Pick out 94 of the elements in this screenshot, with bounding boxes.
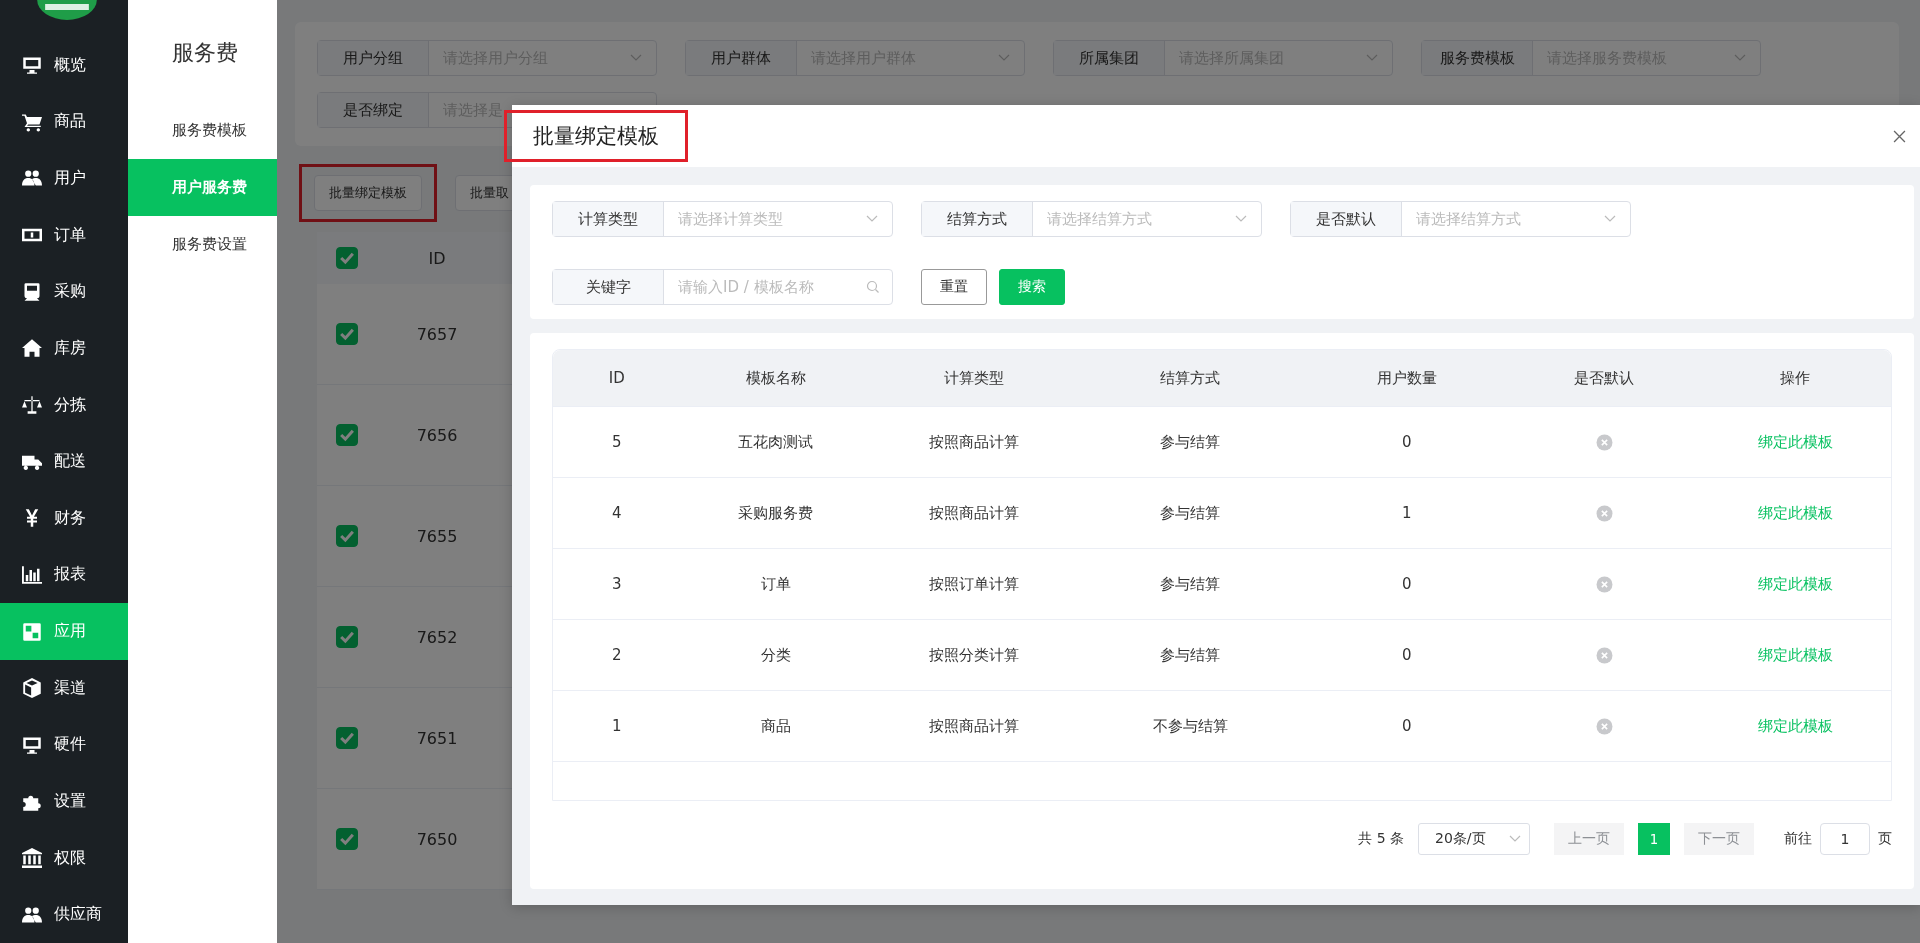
- table-cell-text: 0: [1401, 433, 1413, 451]
- page-suffix: 页: [1878, 830, 1892, 848]
- users-icon: [22, 168, 42, 189]
- nav-item[interactable]: 概览: [0, 36, 128, 94]
- column-header: 是否默认: [1573, 368, 1636, 388]
- table-cell-text: 按照分类计算: [927, 645, 1020, 665]
- nav-item[interactable]: 报表: [0, 546, 128, 604]
- table-cell-text: 商品: [760, 716, 792, 736]
- bar-chart-icon: [22, 564, 42, 585]
- column-header: ID: [607, 369, 626, 387]
- house-icon: [22, 338, 42, 359]
- table-cell-text: 3: [610, 575, 623, 593]
- chevron-down-icon: [1366, 54, 1378, 62]
- nav-item[interactable]: 财务: [0, 490, 128, 547]
- table-cell-text: 按照商品计算: [927, 716, 1020, 736]
- table-cell-text: 7657: [415, 324, 459, 344]
- app-grid-icon: [22, 621, 42, 642]
- table-cell-text: 5: [610, 433, 623, 451]
- table-cell-text: 采购服务费: [737, 503, 815, 523]
- nav-item[interactable]: 库房: [0, 320, 128, 377]
- filter-field[interactable]: 结算方式 请选择结算方式: [921, 201, 1262, 237]
- checkbox[interactable]: [336, 323, 358, 345]
- table-cell-text: 按照商品计算: [927, 432, 1020, 452]
- checkbox[interactable]: [336, 424, 358, 446]
- nav-item[interactable]: 渠道: [0, 659, 128, 717]
- chevron-down-icon: [1734, 54, 1746, 62]
- sub-nav-item[interactable]: 服务费设置: [128, 216, 277, 273]
- sub-nav-item[interactable]: 服务费模板: [128, 102, 277, 159]
- bind-template-button[interactable]: 批量绑定模板: [314, 175, 422, 211]
- page-size-select[interactable]: 20条/页: [1418, 823, 1530, 855]
- table-cell-text: 参与结算: [1159, 432, 1222, 452]
- page-input[interactable]: 1: [1820, 823, 1870, 855]
- table-cell-text: 五花肉测试: [737, 432, 815, 452]
- column-header: 用户数量: [1375, 368, 1438, 388]
- chevron-down-icon: [866, 215, 878, 223]
- table-cell-text: 参与结算: [1159, 503, 1222, 523]
- table-cell-text: 1: [1401, 504, 1413, 522]
- checkbox[interactable]: [336, 525, 358, 547]
- table-cell-text: 4: [610, 504, 623, 522]
- monitor-icon: [22, 55, 42, 76]
- chevron-down-icon: [630, 54, 642, 62]
- table-cell-text: 参与结算: [1159, 645, 1222, 665]
- checkbox[interactable]: [336, 626, 358, 648]
- table-cell-text: 7650: [415, 829, 459, 849]
- chevron-down-icon: [1235, 215, 1247, 223]
- filter-field[interactable]: 计算类型 请选择计算类型: [552, 201, 893, 237]
- total-count: 共 5 条: [1358, 830, 1404, 848]
- nav-item[interactable]: 硬件: [0, 716, 128, 774]
- checkbox[interactable]: [336, 828, 358, 850]
- column-header: 结算方式: [1159, 368, 1222, 388]
- checkbox[interactable]: [336, 247, 358, 269]
- nav-item[interactable]: 用户: [0, 150, 128, 207]
- table-cell-text: 订单: [760, 574, 792, 594]
- checkbox[interactable]: [336, 727, 358, 749]
- table-cell-text: 按照商品计算: [927, 503, 1020, 523]
- table-cell-text: 不参与结算: [1151, 716, 1229, 736]
- nav-item[interactable]: 订单: [0, 206, 128, 264]
- filter-field[interactable]: 关键字 请输入ID / 模板名称: [552, 269, 893, 305]
- filter-field[interactable]: 是否默认 请选择结算方式: [1290, 201, 1631, 237]
- search-icon: [866, 280, 880, 294]
- table-cell-text: 1: [610, 717, 623, 735]
- nav-item[interactable]: 分拣: [0, 376, 128, 434]
- column-header: 模板名称: [745, 368, 807, 388]
- column-header: 操作: [1779, 368, 1812, 388]
- table-cell-text: 参与结算: [1159, 574, 1222, 594]
- table-cell-text: 7652: [415, 627, 459, 647]
- table-cell-text: 7651: [415, 728, 459, 748]
- chevron-down-icon: [1509, 835, 1521, 843]
- nav-item[interactable]: 供应商: [0, 886, 128, 943]
- goto-label: 前往: [1784, 830, 1812, 848]
- nav-item[interactable]: 配送: [0, 433, 128, 490]
- nav-item[interactable]: 权限: [0, 829, 128, 887]
- train-icon: [22, 281, 42, 302]
- table-cell-text: 7656: [415, 425, 459, 445]
- bank-icon: [22, 848, 42, 869]
- column-header: ID: [427, 248, 447, 268]
- table-cell-text: 0: [1401, 575, 1413, 593]
- table-cell-text: 按照订单计算: [927, 574, 1020, 594]
- nav-item[interactable]: 采购: [0, 263, 128, 321]
- table-cell-text: 2: [610, 646, 623, 664]
- reset-button[interactable]: 重置: [921, 269, 987, 305]
- cube-icon: [22, 678, 42, 699]
- table-cell-text: 分类: [760, 645, 792, 665]
- chevron-down-icon: [998, 54, 1010, 62]
- chevron-down-icon: [1604, 215, 1616, 223]
- table-cell-text: 0: [1401, 717, 1413, 735]
- table-cell-text: 0: [1401, 646, 1413, 664]
- section-title: 服务费: [171, 39, 239, 67]
- column-header: 计算类型: [942, 368, 1005, 388]
- close-icon[interactable]: [1893, 130, 1906, 143]
- table-cell-text: 7655: [415, 526, 459, 546]
- nav-item[interactable]: 设置: [0, 773, 128, 830]
- nav-item[interactable]: 商品: [0, 93, 128, 151]
- scale-icon: [22, 395, 42, 416]
